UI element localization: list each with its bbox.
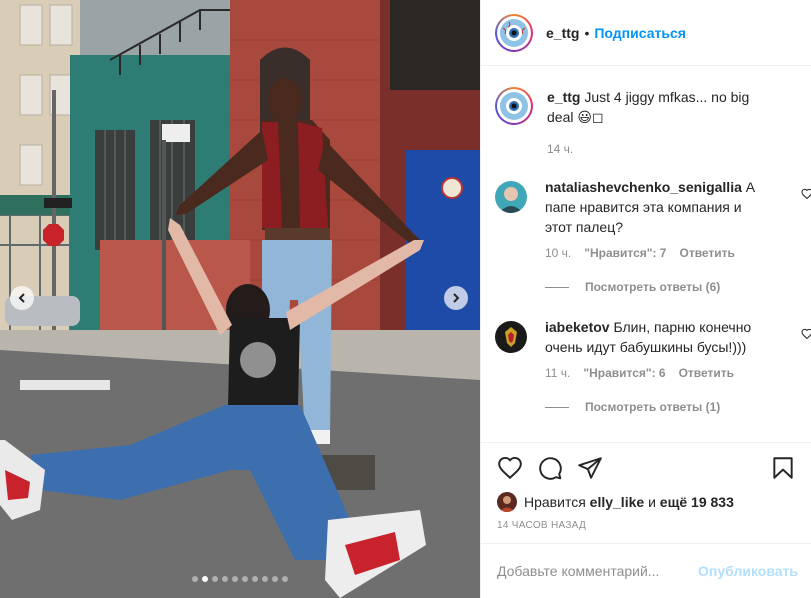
- replies-divider: [545, 406, 569, 408]
- commenter-avatar[interactable]: [495, 321, 527, 353]
- chevron-left-icon: [18, 293, 25, 303]
- eye-logo-icon: [500, 92, 528, 120]
- caption-text-block: e_ttg Just 4 jiggy mfkas... no big deal …: [547, 87, 765, 127]
- publish-button[interactable]: Опубликовать: [698, 563, 798, 579]
- avatar-photo-icon: [497, 492, 517, 512]
- view-replies-label: Посмотреть ответы (6): [585, 280, 721, 294]
- carousel-dot: [252, 576, 258, 582]
- view-replies-label: Посмотреть ответы (1): [585, 400, 721, 414]
- street-scene-image: [0, 0, 480, 598]
- author-username[interactable]: e_ttg: [546, 25, 579, 41]
- eye-logo-icon: [500, 18, 528, 47]
- chevron-right-icon: [453, 293, 460, 303]
- caption-time[interactable]: 14 ч.: [547, 142, 607, 156]
- carousel-dot: [242, 576, 248, 582]
- coat-of-arms-icon: [495, 321, 527, 353]
- post-actions: Нравится elly_like и ещё 19 833 14 ЧАСОВ…: [481, 442, 811, 531]
- comment-input[interactable]: [497, 563, 699, 579]
- view-replies-button[interactable]: Посмотреть ответы (6): [545, 280, 767, 294]
- post-date[interactable]: 14 ЧАСОВ НАЗАД: [481, 520, 811, 531]
- heart-icon[interactable]: [497, 455, 523, 481]
- comment-username[interactable]: nataliashevchenko_senigallia: [545, 179, 742, 195]
- carousel-dot: [232, 576, 238, 582]
- likes-prefix: Нравится: [524, 494, 586, 510]
- comment-item: nataliashevchenko_senigallia А папе нрав…: [495, 177, 811, 294]
- comment-likes[interactable]: "Нравится": 6: [583, 366, 665, 380]
- post-side-panel: e_ttg • Подписаться e_ttg Just 4 jiggy m…: [480, 0, 811, 598]
- author-avatar[interactable]: [495, 13, 533, 52]
- follow-button[interactable]: Подписаться: [594, 25, 686, 41]
- heart-icon: [801, 188, 811, 200]
- carousel-dot: [202, 576, 208, 582]
- carousel-next-button[interactable]: [444, 286, 468, 310]
- commenter-avatar[interactable]: [495, 181, 527, 213]
- carousel-dot: [282, 576, 288, 582]
- carousel-prev-button[interactable]: [10, 286, 34, 310]
- heart-icon: [801, 328, 811, 340]
- comment-icon[interactable]: [537, 455, 563, 481]
- comments-list[interactable]: e_ttg Just 4 jiggy mfkas... no big deal …: [481, 67, 811, 442]
- likes-summary: Нравится elly_like и ещё 19 833: [481, 491, 811, 513]
- likes-conjunction: и: [648, 494, 656, 510]
- caption-username[interactable]: e_ttg: [547, 89, 580, 105]
- liker-avatar[interactable]: [497, 492, 517, 512]
- carousel-dot: [222, 576, 228, 582]
- header-separator: •: [584, 24, 590, 41]
- comment-time[interactable]: 11 ч.: [545, 366, 570, 380]
- carousel-indicator: [0, 576, 480, 582]
- comment-username[interactable]: iabeketov: [545, 319, 610, 335]
- comment-like-button[interactable]: [801, 187, 811, 203]
- add-comment-bar: Опубликовать: [481, 543, 811, 598]
- replies-divider: [545, 286, 569, 288]
- avatar-photo-icon: [495, 181, 527, 213]
- post-photo[interactable]: [0, 0, 480, 598]
- comment-likes[interactable]: "Нравится": 7: [584, 246, 666, 260]
- carousel-dot: [272, 576, 278, 582]
- comment-item: iabeketov Блин, парню конечно очень идут…: [495, 317, 811, 414]
- reply-button[interactable]: Ответить: [679, 246, 734, 260]
- share-icon[interactable]: [577, 455, 603, 481]
- post-header: e_ttg • Подписаться: [481, 0, 811, 66]
- carousel-dot: [192, 576, 198, 582]
- carousel-dot: [262, 576, 268, 582]
- comment-time[interactable]: 10 ч.: [545, 246, 571, 260]
- view-replies-button[interactable]: Посмотреть ответы (1): [545, 400, 767, 414]
- likes-count-link[interactable]: ещё 19 833: [660, 494, 734, 510]
- comment-like-button[interactable]: [801, 327, 811, 343]
- carousel-dot: [212, 576, 218, 582]
- liker-username[interactable]: elly_like: [590, 494, 645, 510]
- caption-avatar[interactable]: [495, 87, 533, 125]
- reply-button[interactable]: Ответить: [679, 366, 734, 380]
- instagram-post: e_ttg • Подписаться e_ttg Just 4 jiggy m…: [0, 0, 811, 598]
- bookmark-icon[interactable]: [770, 455, 796, 481]
- post-caption: e_ttg Just 4 jiggy mfkas... no big deal …: [495, 87, 765, 156]
